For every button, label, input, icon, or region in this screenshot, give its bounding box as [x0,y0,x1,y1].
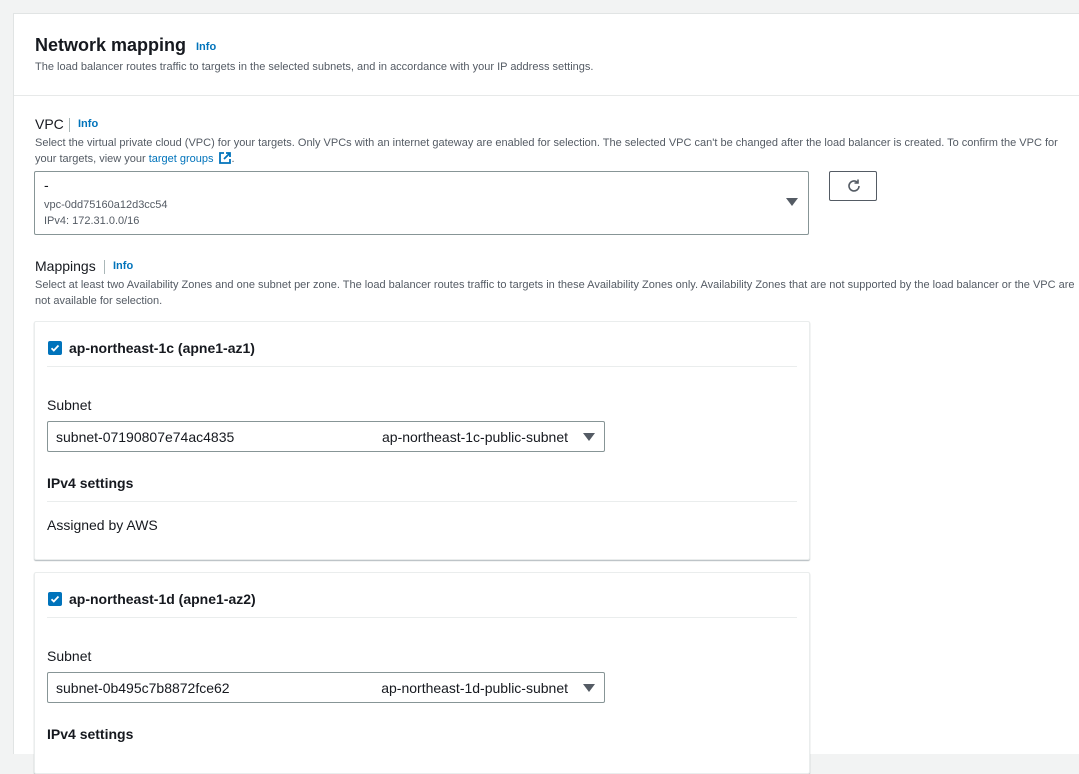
check-icon [50,344,60,352]
az-name: ap-northeast-1c (apne1-az1) [69,340,255,356]
vpc-select[interactable]: - vpc-0dd75160a12d3cc54 IPv4: 172.31.0.0… [34,171,809,235]
divider [47,617,797,618]
ipv4-settings-value: Assigned by AWS [47,517,158,533]
divider [47,501,797,502]
subnet-id: subnet-0b495c7b8872fce62 [56,680,230,696]
vpc-label: VPC [35,116,64,132]
subnet-id: subnet-07190807e74ac4835 [56,429,235,445]
subnet-select[interactable]: subnet-07190807e74ac4835 ap-northeast-1c… [47,421,605,452]
az-name: ap-northeast-1d (apne1-az2) [69,591,256,607]
vpc-description-end: . [231,153,235,165]
ipv4-settings-heading: IPv4 settings [47,475,134,491]
vpc-description: Select the virtual private cloud (VPC) f… [35,135,1075,170]
check-icon [50,595,60,603]
section-info-link[interactable]: Info [196,41,216,53]
caret-down-icon [786,198,798,206]
az-checkbox[interactable] [48,592,62,606]
subnet-name: ap-northeast-1c-public-subnet [382,429,568,445]
section-title: Network mapping [35,35,187,55]
az-checkbox[interactable] [48,341,62,355]
subnet-select[interactable]: subnet-0b495c7b8872fce62 ap-northeast-1d… [47,672,605,703]
network-mapping-panel: Network mapping Info The load balancer r… [13,13,1079,774]
mappings-info-link[interactable]: Info [113,260,133,272]
mappings-description: Select at least two Availability Zones a… [35,279,1075,307]
vpc-label-separator [69,118,70,132]
divider [47,366,797,367]
vpc-selected-id: vpc-0dd75160a12d3cc54 [44,199,168,211]
az-card-1: ap-northeast-1c (apne1-az1) Subnet subne… [34,321,810,560]
panel-header: Network mapping Info The load balancer r… [14,14,1079,96]
vpc-selected-name: - [44,177,49,193]
vpc-info-link[interactable]: Info [78,118,98,130]
subnet-label: Subnet [47,648,92,664]
subnet-label: Subnet [47,397,92,413]
az-card-2: ap-northeast-1d (apne1-az2) Subnet subne… [34,572,810,774]
refresh-icon [848,179,860,192]
vpc-selected-cidr: IPv4: 172.31.0.0/16 [44,215,140,227]
mappings-label: Mappings [35,258,96,274]
mappings-label-separator [104,260,105,274]
subnet-name: ap-northeast-1d-public-subnet [381,680,568,696]
external-link-icon[interactable] [218,151,232,170]
ipv4-settings-heading: IPv4 settings [47,726,134,742]
target-groups-link[interactable]: target groups [149,153,214,165]
caret-down-icon [583,684,595,692]
caret-down-icon [583,433,595,441]
section-description: The load balancer routes traffic to targ… [35,61,594,73]
refresh-button[interactable] [829,171,877,201]
